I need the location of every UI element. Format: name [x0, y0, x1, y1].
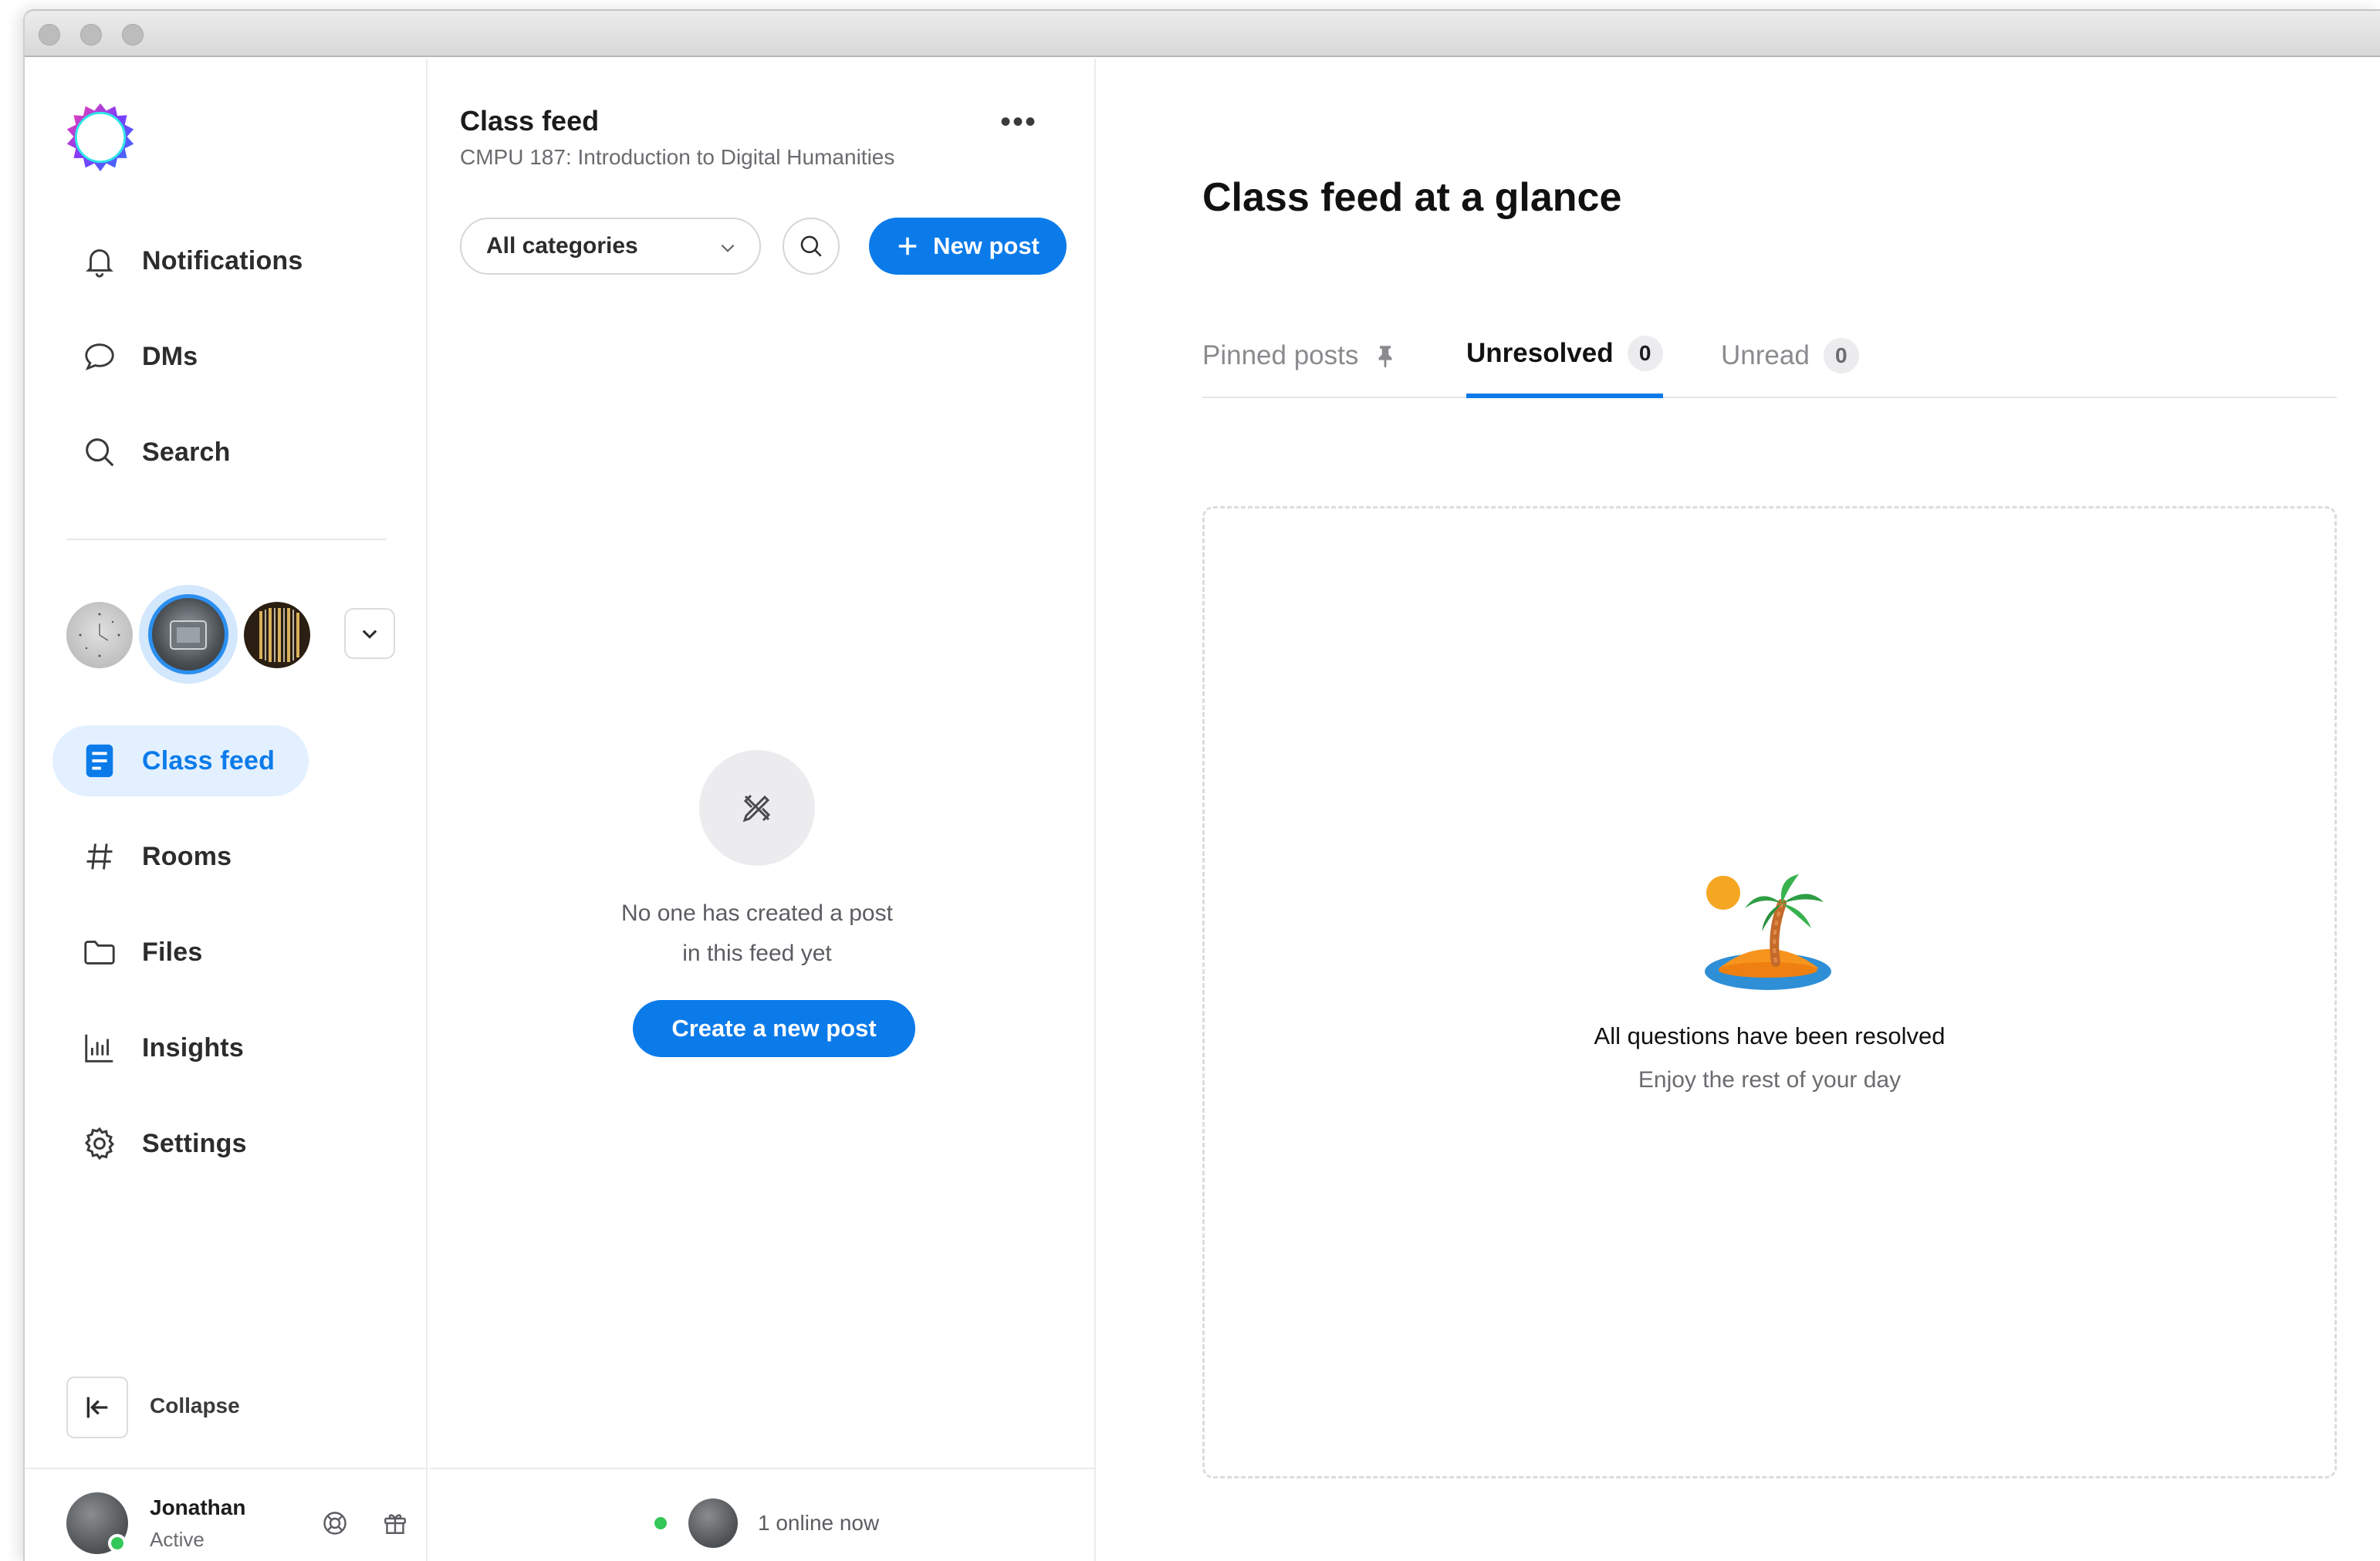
course-avatar-library[interactable] [244, 602, 310, 668]
user-online-indicator [108, 1534, 127, 1553]
category-select-value: All categories [486, 233, 638, 258]
empty-feed-illustration [699, 750, 815, 866]
nav-search-label: Search [142, 437, 231, 467]
empty-feed-message: No one has created a post in this feed y… [553, 894, 962, 974]
nav-insights[interactable]: Insights [52, 1012, 244, 1083]
empty-feed-line2: in this feed yet [682, 941, 832, 966]
online-indicator [654, 1517, 667, 1529]
app-logo[interactable] [63, 100, 137, 174]
island-illustration [1705, 874, 1831, 990]
nav-settings[interactable]: Settings [52, 1108, 247, 1179]
document-icon [80, 742, 119, 780]
search-icon [800, 235, 822, 257]
nav-notifications-label: Notifications [142, 245, 303, 275]
nav-notifications[interactable]: Notifications [52, 225, 303, 296]
gear-icon [80, 1124, 119, 1163]
app-window: Notifications DMs Search Class feed Room… [23, 9, 2380, 1561]
nav-dms-label: DMs [142, 341, 198, 371]
resolved-title: All questions have been resolved [1594, 1022, 1946, 1049]
gift-icon[interactable] [380, 1508, 411, 1539]
online-count[interactable]: 1 online now [758, 1511, 879, 1536]
tab-unresolved[interactable]: Unresolved 0 [1466, 313, 1663, 398]
course-avatar-selected[interactable] [148, 594, 228, 674]
resolved-empty-state: All questions have been resolved Enjoy t… [1202, 506, 2337, 1478]
help-lifebuoy-icon[interactable] [319, 1508, 350, 1539]
sidebar-divider [66, 539, 386, 540]
online-user-avatar[interactable] [688, 1498, 738, 1548]
close-window-button[interactable] [39, 24, 60, 46]
minimize-window-button[interactable] [80, 24, 102, 46]
bell-icon [80, 242, 119, 280]
nav-rooms-label: Rooms [142, 841, 232, 871]
feed-panel: Class feed CMPU 187: Introduction to Dig… [429, 59, 1096, 1561]
nav-rooms[interactable]: Rooms [52, 821, 232, 892]
pin-icon [1378, 346, 1392, 368]
tab-bar: Pinned posts Unresolved 0 Unread 0 [1202, 313, 2337, 398]
nav-insights-label: Insights [142, 1032, 244, 1063]
nav-files[interactable]: Files [52, 917, 202, 988]
nav-search[interactable]: Search [52, 417, 231, 488]
empty-feed-line1: No one has created a post [621, 900, 893, 926]
nav-class-feed-label: Class feed [142, 745, 276, 775]
main-panel: Class feed at a glance Pinned posts Unre… [1097, 59, 2380, 1561]
page-title: Class feed at a glance [1202, 175, 1622, 220]
tab-pinned-posts[interactable]: Pinned posts [1202, 313, 1398, 398]
feed-search-button[interactable] [783, 218, 840, 275]
chevron-down-icon [362, 630, 377, 639]
title-bar [25, 11, 2380, 57]
user-separator [25, 1468, 426, 1469]
category-select[interactable]: All categories [460, 218, 761, 275]
zoom-window-button[interactable] [122, 24, 144, 46]
user-status: Active [150, 1528, 205, 1551]
chevron-down-icon [721, 245, 735, 252]
more-courses-button[interactable] [344, 608, 395, 659]
course-subtitle: CMPU 187: Introduction to Digital Humani… [460, 145, 895, 169]
feed-title: Class feed [460, 105, 600, 137]
nav-settings-label: Settings [142, 1128, 247, 1158]
nav-files-label: Files [142, 937, 203, 967]
chat-bubble-icon [80, 337, 119, 376]
sidebar: Notifications DMs Search Class feed Room… [25, 59, 428, 1561]
tab-unread-label: Unread [1721, 340, 1810, 370]
folder-icon [80, 933, 119, 971]
resolved-subtitle: Enjoy the rest of your day [1638, 1067, 1902, 1093]
tab-unresolved-label: Unresolved [1466, 338, 1614, 368]
search-icon [80, 433, 119, 471]
tab-pinned-posts-label: Pinned posts [1202, 340, 1359, 370]
nav-dms[interactable]: DMs [52, 321, 198, 392]
hash-icon [80, 837, 119, 876]
collapse-left-icon [86, 1397, 108, 1418]
tab-unread[interactable]: Unread 0 [1721, 313, 1859, 398]
pencil-ruler-icon [742, 794, 771, 823]
new-post-button[interactable]: New post [869, 218, 1067, 275]
feed-footer-separator [429, 1468, 1094, 1469]
new-post-label: New post [933, 232, 1040, 259]
nav-class-feed[interactable]: Class feed [52, 725, 309, 796]
unread-count-badge: 0 [1823, 338, 1859, 373]
unresolved-count-badge: 0 [1627, 336, 1663, 371]
course-avatar-clock[interactable] [66, 602, 133, 668]
bar-chart-icon [80, 1029, 119, 1067]
more-options-icon[interactable]: ••• [1000, 106, 1037, 137]
collapse-label[interactable]: Collapse [150, 1394, 240, 1418]
plus-icon [898, 237, 917, 255]
create-post-button[interactable]: Create a new post [633, 1000, 915, 1057]
user-name[interactable]: Jonathan [150, 1495, 245, 1520]
collapse-button[interactable] [66, 1377, 128, 1438]
